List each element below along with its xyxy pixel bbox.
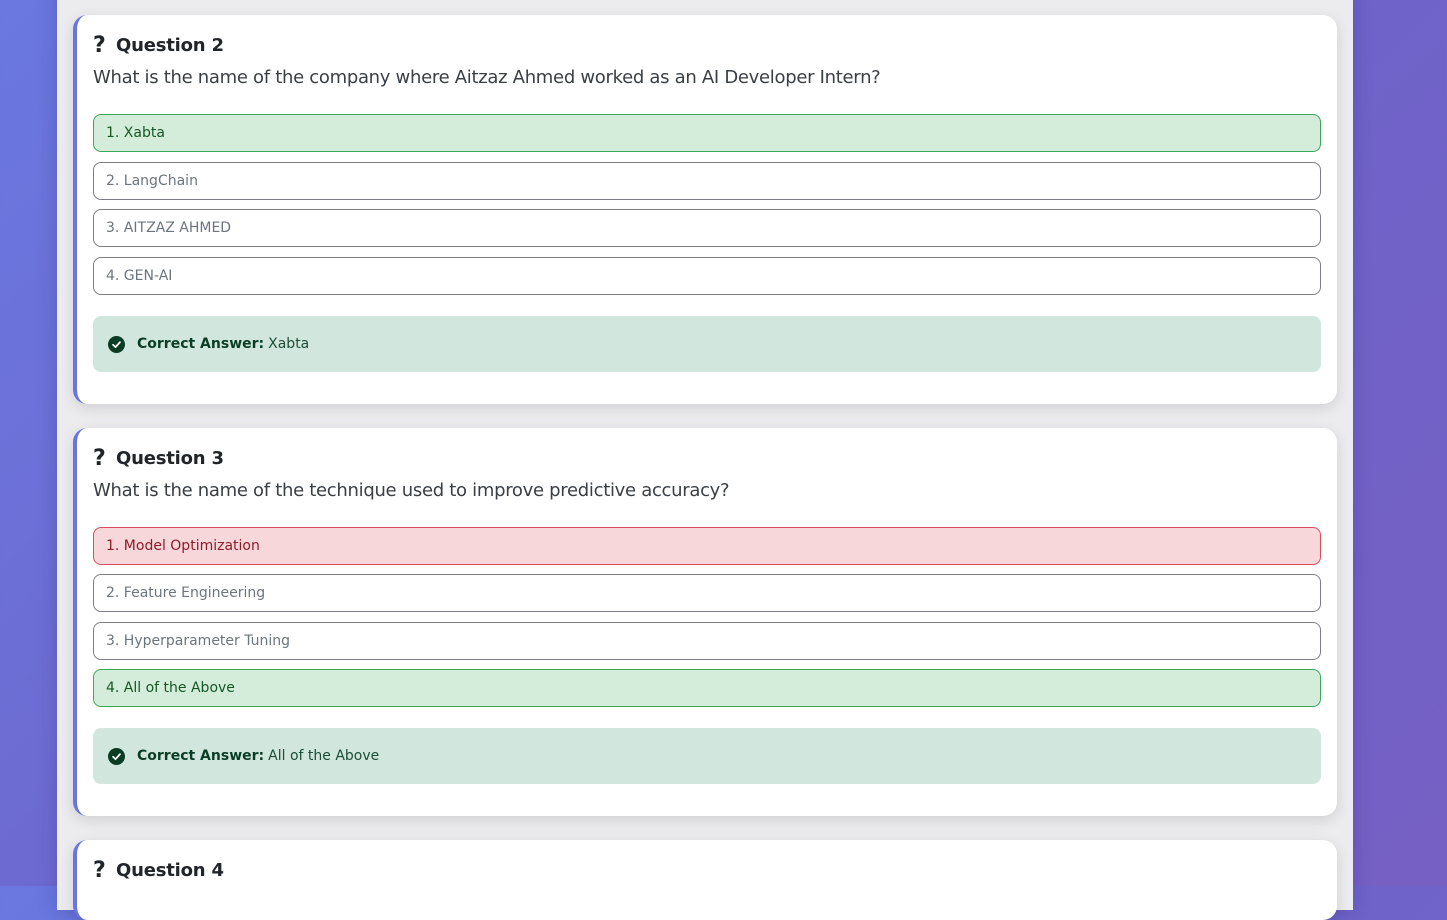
question-text: What is the name of the company where Ai…: [93, 67, 881, 88]
check-circle-icon: [108, 335, 125, 353]
question-title: Question 3: [116, 447, 224, 469]
correct-answer-value: All of the Above: [268, 748, 380, 764]
option-2[interactable]: 2. LangChain: [93, 162, 1321, 200]
question-header: ? Question 2: [93, 31, 224, 59]
option-1[interactable]: 1. Xabta: [93, 114, 1321, 152]
option-2[interactable]: 2. Feature Engineering: [93, 574, 1321, 612]
correct-answer-box: Correct Answer: Xabta: [93, 316, 1321, 372]
option-4[interactable]: 4. All of the Above: [93, 669, 1321, 707]
question-text: What is the name of the technique used t…: [93, 480, 730, 501]
option-4[interactable]: 4. GEN-AI: [93, 257, 1321, 295]
check-circle-icon: [108, 747, 125, 765]
option-3[interactable]: 3. AITZAZ AHMED: [93, 209, 1321, 247]
question-mark-icon: ?: [93, 857, 106, 883]
question-header: ? Question 4: [93, 856, 224, 884]
question-card-3: ? Question 3 What is the name of the tec…: [73, 428, 1337, 816]
question-mark-icon: ?: [93, 32, 106, 58]
option-1[interactable]: 1. Model Optimization: [93, 527, 1321, 565]
correct-answer-box: Correct Answer: All of the Above: [93, 728, 1321, 784]
question-card-4: ? Question 4: [73, 840, 1337, 920]
question-card-2: ? Question 2 What is the name of the com…: [73, 15, 1337, 404]
question-title: Question 4: [116, 859, 224, 881]
question-title: Question 2: [116, 34, 224, 56]
question-mark-icon: ?: [93, 445, 106, 471]
correct-answer-label: Correct Answer:: [137, 336, 265, 352]
question-header: ? Question 3: [93, 444, 224, 472]
option-3[interactable]: 3. Hyperparameter Tuning: [93, 622, 1321, 660]
correct-answer-label: Correct Answer:: [137, 748, 265, 764]
correct-answer-value: Xabta: [268, 336, 310, 352]
